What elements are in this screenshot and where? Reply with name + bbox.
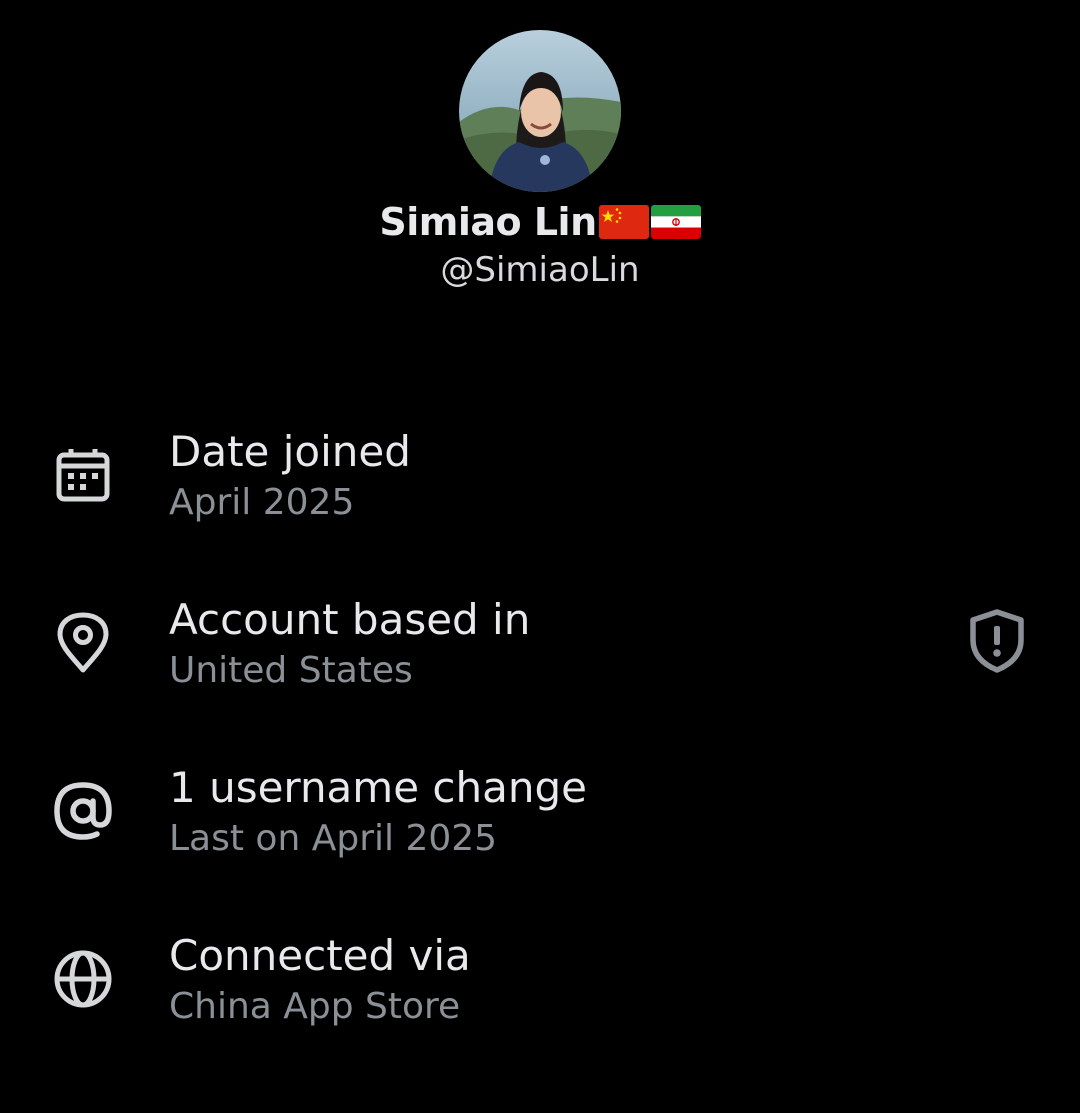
username-change-value: Last on April 2025 [169, 818, 498, 859]
account-based-in-label: Account based in [169, 595, 531, 644]
date-joined-text: Date joined April 2025 [169, 424, 411, 526]
avatar[interactable] [459, 30, 621, 192]
date-joined-value: April 2025 [169, 482, 355, 523]
handle[interactable]: @SimiaoLin [440, 250, 639, 290]
connected-via-row: Connected via China App Store [0, 924, 1080, 1092]
about-account-list: Date joined April 2025 Account based in … [0, 420, 1080, 1092]
username-change-text: 1 username change Last on April 2025 [169, 760, 587, 862]
username-change-row: 1 username change Last on April 2025 [0, 756, 1080, 924]
account-based-in-row: Account based in United States [0, 588, 1080, 756]
iran-flag-icon [650, 205, 701, 239]
connected-via-value: China App Store [169, 986, 461, 1027]
profile-header: Simiao Lin @SimiaoLin [0, 30, 1080, 290]
at-sign-icon [50, 778, 116, 844]
account-based-in-value: United States [169, 650, 413, 691]
name-row: Simiao Lin [379, 196, 701, 248]
china-flag-icon [598, 205, 649, 239]
avatar-photo [459, 30, 621, 192]
location-pin-icon [50, 610, 116, 676]
username-change-label: 1 username change [169, 763, 587, 812]
account-based-in-text: Account based in United States [169, 592, 530, 694]
calendar-icon [50, 442, 116, 508]
connected-via-label: Connected via [169, 931, 471, 980]
date-joined-label: Date joined [169, 427, 411, 476]
display-name: Simiao Lin [379, 200, 597, 244]
connected-via-text: Connected via China App Store [169, 928, 471, 1030]
date-joined-row: Date joined April 2025 [0, 420, 1080, 588]
shield-alert-icon[interactable] [966, 608, 1028, 674]
globe-icon [50, 946, 116, 1012]
